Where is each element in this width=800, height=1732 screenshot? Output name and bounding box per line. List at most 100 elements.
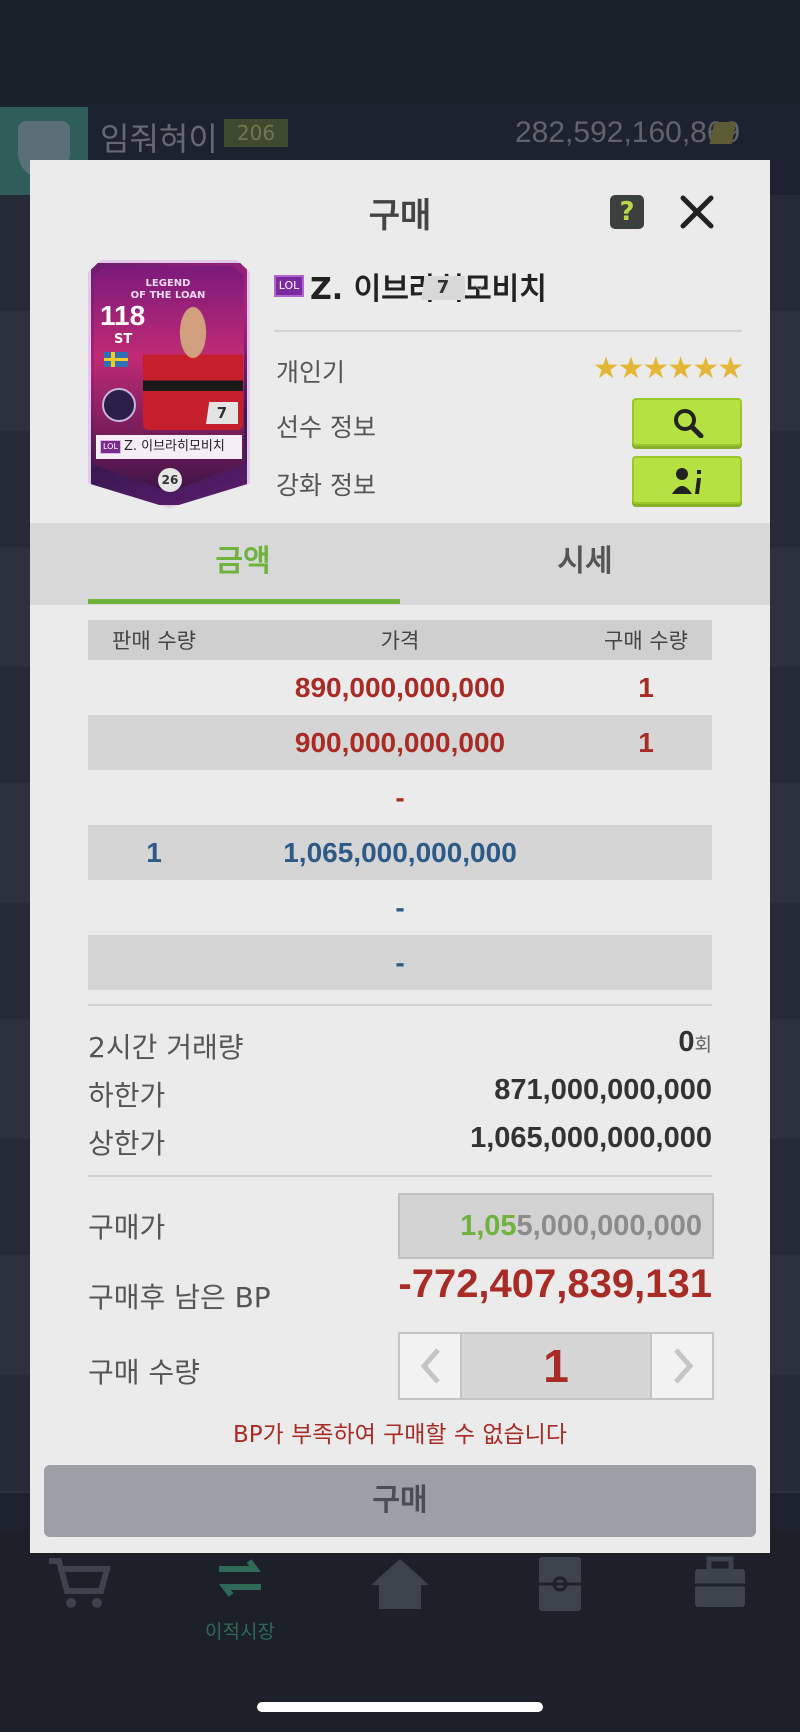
cart-icon <box>45 1555 115 1611</box>
player-info-button[interactable] <box>632 398 742 446</box>
grade-selector[interactable]: 7 <box>421 276 465 300</box>
home-icon <box>365 1555 435 1611</box>
transfer-icon <box>205 1555 275 1611</box>
purchase-modal: 구매 ? LEGEND OF THE LOAN 118 ST 7 LOL Z. 이… <box>30 160 770 1553</box>
divider <box>88 1175 712 1177</box>
close-icon <box>680 195 714 229</box>
close-button[interactable] <box>677 192 717 232</box>
enhance-info-label: 강화 정보 <box>276 471 376 500</box>
table-header: 판매 수량 가격 구매 수량 <box>88 620 712 660</box>
upper-limit-value: 1,065,000,000,000 <box>470 1122 712 1154</box>
divider <box>274 330 742 332</box>
lower-limit-value: 871,000,000,000 <box>494 1074 712 1106</box>
card-number-badge: 26 <box>158 468 182 492</box>
remaining-bp-label: 구매후 남은 BP <box>88 1281 271 1314</box>
decrement-button[interactable] <box>400 1334 462 1398</box>
card-ovr: 118 <box>100 300 146 331</box>
player-info-label: 선수 정보 <box>276 413 376 442</box>
tab-market-price[interactable]: 시세 <box>400 523 770 605</box>
quantity-value: 1 <box>462 1334 650 1398</box>
column-header: 판매 수량 <box>112 629 196 653</box>
buy-button[interactable]: 구매 <box>44 1465 756 1537</box>
price-cell: 900,000,000,000 <box>294 726 506 758</box>
player-card[interactable]: LEGEND OF THE LOAN 118 ST 7 LOL Z. 이브라히모비… <box>88 260 250 508</box>
nav-transfer-market[interactable]: 이적시장 <box>190 1555 290 1644</box>
help-button[interactable]: ? <box>610 195 644 229</box>
buy-qty-cell: 1 <box>638 726 654 758</box>
sell-qty-cell: 1 <box>146 836 162 868</box>
upper-limit-label: 상한가 <box>88 1127 166 1160</box>
price-highlight: 1,05 <box>460 1210 517 1242</box>
purchase-price-label: 구매가 <box>88 1211 166 1244</box>
table-row[interactable]: - <box>88 880 712 935</box>
level-badge: 206 <box>224 119 288 147</box>
chevron-down-icon[interactable]: ⌵ <box>474 278 485 294</box>
chevron-left-icon <box>420 1348 440 1384</box>
volume-number: 0 <box>678 1026 695 1058</box>
volume-row: 2시간 거래량 0회 <box>88 1022 712 1066</box>
volume-unit: 회 <box>694 1035 712 1056</box>
table-row[interactable]: 900,000,000,000 1 <box>88 715 712 770</box>
pitch-icon <box>525 1555 595 1611</box>
increment-button[interactable] <box>650 1334 712 1398</box>
table-row[interactable]: - <box>88 770 712 825</box>
search-icon <box>674 409 704 438</box>
nav-home[interactable] <box>350 1555 450 1617</box>
card-player-name: Z. 이브라히모비치 <box>123 439 225 454</box>
card-name-strip: LOL Z. 이브라히모비치 <box>96 435 242 459</box>
column-header: 구매 수량 <box>604 629 688 653</box>
table-row[interactable]: 1 1,065,000,000,000 <box>88 825 712 880</box>
tab-bar: 금액 시세 <box>30 523 770 605</box>
player-info-row: 선수 정보 <box>276 398 742 448</box>
price-rest: 5,000,000,000 <box>516 1210 702 1242</box>
price-cell: - <box>395 946 405 978</box>
column-header: 가격 <box>380 629 420 653</box>
season-tag: LOL <box>100 439 121 454</box>
order-book-table: 판매 수량 가격 구매 수량 890,000,000,000 1 900,000… <box>88 620 712 990</box>
skill-row: 개인기 ★★★★★★ <box>276 343 744 393</box>
lower-limit-row: 하한가 871,000,000,000 <box>88 1070 712 1114</box>
bp-coin-icon <box>709 122 737 144</box>
price-cell: 1,065,000,000,000 <box>283 836 517 868</box>
bp-balance: 282,592,160,869 <box>515 116 741 149</box>
sweden-flag-icon <box>104 352 128 367</box>
nav-shop[interactable] <box>30 1555 130 1617</box>
modal-title: 구매 <box>368 196 432 236</box>
buy-qty-cell: 1 <box>638 671 654 703</box>
purchase-price-input[interactable]: 1,055,000,000,000 <box>398 1193 714 1259</box>
volume-value: 0회 <box>678 1026 712 1059</box>
season-tag: LOL <box>274 275 304 297</box>
volume-label: 2시간 거래량 <box>88 1031 244 1064</box>
username: 임줘혀이 <box>100 120 218 158</box>
enhance-info-row: 강화 정보 <box>276 456 742 506</box>
status-bar <box>0 0 800 105</box>
divider <box>88 1004 712 1006</box>
nav-inventory[interactable] <box>670 1555 770 1617</box>
lower-limit-label: 하한가 <box>88 1079 166 1112</box>
tab-price[interactable]: 금액 <box>58 523 428 605</box>
quantity-label: 구매 수량 <box>88 1356 200 1389</box>
price-cell: 890,000,000,000 <box>294 671 506 703</box>
enhance-info-button[interactable] <box>632 456 742 504</box>
chevron-right-icon <box>674 1348 694 1384</box>
home-indicator[interactable] <box>257 1702 543 1712</box>
skill-label: 개인기 <box>276 358 346 387</box>
price-cell: - <box>395 781 405 813</box>
card-position: ST <box>114 332 133 347</box>
tab-underline <box>88 599 400 604</box>
error-message: BP가 부족하여 구매할 수 없습니다 <box>233 1422 567 1448</box>
card-grade: 7 <box>206 402 238 424</box>
table-row[interactable]: - <box>88 935 712 990</box>
remaining-bp-value: -772,407,839,131 <box>398 1262 712 1306</box>
nav-squad[interactable] <box>510 1555 610 1617</box>
quantity-stepper: 1 <box>398 1332 714 1400</box>
table-row[interactable]: 890,000,000,000 1 <box>88 660 712 715</box>
price-cell: - <box>395 891 405 923</box>
upper-limit-row: 상한가 1,065,000,000,000 <box>88 1118 712 1162</box>
user-info-icon <box>672 468 701 494</box>
player-header: LOLZ. 이브라히모비치 <box>274 264 742 308</box>
card-season-title: LEGEND OF THE LOAN <box>128 278 208 302</box>
club-badge-icon <box>102 388 136 422</box>
nav-label: 이적시장 <box>205 1621 275 1643</box>
card-title-line: LEGEND <box>145 278 191 289</box>
